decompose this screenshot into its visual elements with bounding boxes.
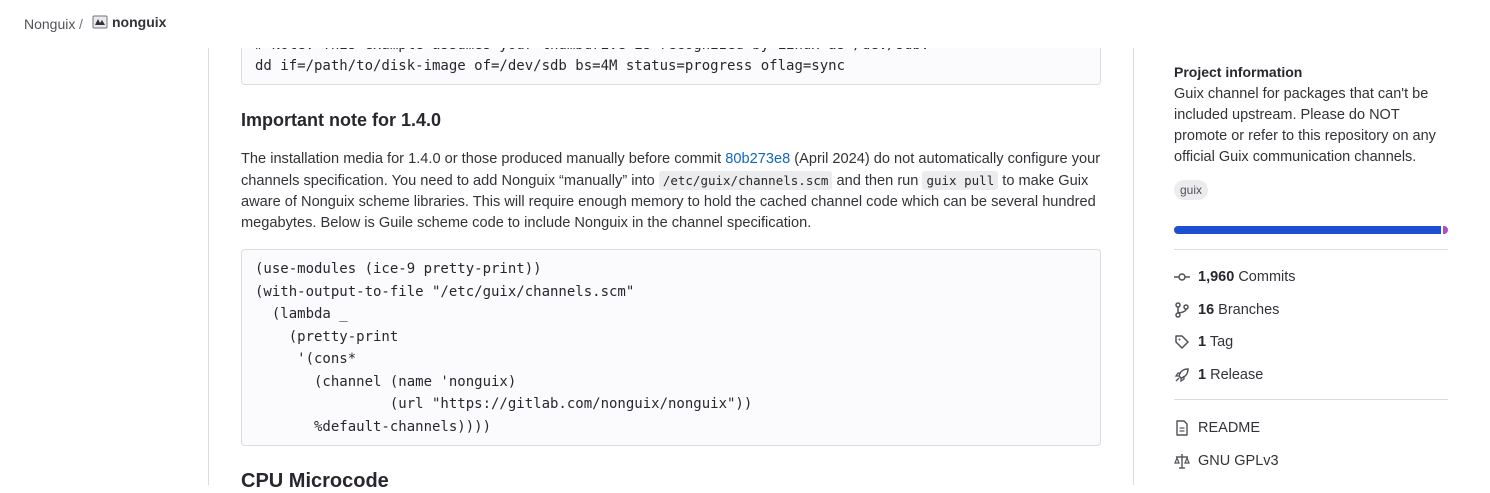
project-info-title: Project information [1174, 64, 1303, 80]
tag-icon [1175, 335, 1189, 349]
document-icon [1176, 420, 1188, 436]
scale-icon [1174, 454, 1190, 469]
para-text-3: and then run [832, 173, 923, 189]
project-avatar-icon [92, 14, 108, 30]
commits-count: 1,960 [1198, 269, 1235, 285]
readme-label: README [1198, 420, 1261, 436]
breadcrumb-separator: / [79, 16, 83, 32]
releases-link[interactable]: 1 Release [1174, 367, 1263, 383]
branches-link[interactable]: 16 Branches [1174, 302, 1279, 318]
breadcrumb-project-label: nonguix [112, 14, 167, 30]
project-description: Guix channel for packages that can't be … [1174, 86, 1436, 165]
releases-label: Release [1210, 367, 1264, 383]
para-text-1: The installation media for 1.4.0 or thos… [241, 151, 726, 167]
language-segment-scheme[interactable] [1174, 226, 1441, 234]
breadcrumb-group-link[interactable]: Nonguix [24, 16, 75, 32]
topic-badge[interactable]: guix [1174, 180, 1209, 200]
code-line: dd if=/path/to/disk-image of=/dev/sdb bs… [255, 58, 846, 74]
readme-link[interactable]: README [1174, 420, 1260, 436]
branches-text: 16 Branches [1198, 302, 1279, 318]
section-paragraph: The installation media for 1.4.0 or thos… [241, 149, 1106, 234]
next-section-heading: CPU Microcode [241, 470, 389, 492]
language-bar[interactable] [1174, 226, 1448, 234]
right-sidebar-divider [1133, 20, 1134, 485]
commit-link[interactable]: 80b273e8 [725, 151, 790, 167]
commit-icon [1174, 273, 1190, 281]
tags-link[interactable]: 1 Tag [1174, 334, 1233, 350]
branches-count: 16 [1198, 302, 1215, 318]
language-segment-other[interactable] [1442, 226, 1448, 234]
project-info-sidebar: Project information Guix channel for pac… [1174, 64, 1448, 469]
license-label: GNU GPLv3 [1198, 453, 1279, 469]
commits-text: 1,960 Commits [1198, 269, 1296, 285]
branches-label: Branches [1218, 302, 1280, 318]
left-sidebar-divider [208, 48, 209, 485]
top-bar: Nonguix / nonguix [0, 0, 1490, 48]
section-heading: Important note for 1.4.0 [241, 110, 442, 130]
license-link[interactable]: GNU GPLv3 [1174, 453, 1279, 469]
tags-label: Tag [1209, 334, 1234, 350]
releases-count: 1 [1198, 367, 1207, 383]
branch-icon [1175, 302, 1189, 318]
inline-code-guix-pull: guix pull [922, 171, 999, 190]
inline-code-channels: /etc/guix/channels.scm [658, 171, 833, 190]
breadcrumb-project-link[interactable]: nonguix [92, 14, 166, 30]
divider [1174, 249, 1448, 250]
releases-text: 1 Release [1198, 367, 1263, 383]
commits-link[interactable]: 1,960 Commits [1174, 269, 1296, 285]
commits-label: Commits [1238, 269, 1296, 285]
tags-text: 1 Tag [1198, 334, 1233, 350]
divider [1174, 399, 1448, 400]
code-content: (use-modules (ice-9 pretty-print)) (with… [255, 261, 753, 435]
tags-count: 1 [1198, 334, 1207, 350]
rocket-icon [1174, 368, 1189, 383]
code-block-channels[interactable]: (use-modules (ice-9 pretty-print)) (with… [241, 249, 1101, 446]
